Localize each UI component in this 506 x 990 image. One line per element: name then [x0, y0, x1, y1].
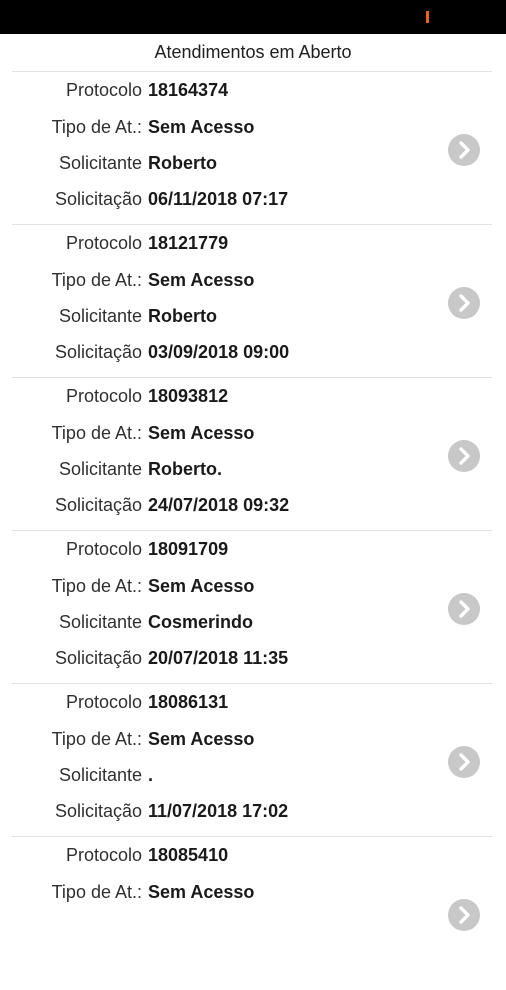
protocolo-value: 18085410: [148, 845, 229, 865]
list-item[interactable]: Protocolo 18164374 Tipo de At.: Sem Acesso…: [0, 72, 506, 225]
solicitacao-value: 24/07/2018 09:32: [148, 495, 290, 515]
solicitante-value: Roberto.: [148, 459, 222, 479]
page-title: Atendimentos em Aberto: [154, 42, 352, 62]
solicitacao-value: 20/07/2018 11:35: [148, 648, 289, 668]
solicitante-label: Solicitante: [58, 612, 142, 632]
list-item[interactable]: Protocolo 18085410 Tipo de At.: Sem Acesso: [0, 837, 506, 990]
list-item[interactable]: Protocolo 18093812 Tipo de At.: Sem Acesso…: [0, 378, 506, 531]
protocolo-label: Protocolo: [65, 233, 142, 253]
solicitacao-label: Solicitação: [54, 342, 142, 362]
solicitante-label: Solicitante: [58, 306, 142, 326]
list-item[interactable]: Protocolo 18086131 Tipo de At.: Sem Acesso…: [0, 684, 506, 837]
protocolo-label: Protocolo: [65, 845, 142, 865]
chevron-right-circle-icon[interactable]: [448, 440, 480, 472]
tipo-label: Tipo de At.:: [51, 729, 142, 749]
list-item[interactable]: Protocolo 18091709 Tipo de At.: Sem Acesso…: [0, 531, 506, 684]
solicitacao-value: 06/11/2018 07:17: [148, 189, 289, 209]
solicitante-value: Roberto: [148, 306, 217, 326]
solicitacao-label: Solicitação: [54, 189, 142, 209]
solicitacao-label: Solicitação: [54, 801, 142, 821]
solicitacao-value: 11/07/2018 17:02: [148, 801, 289, 821]
solicitacao-value: 03/09/2018 09:00: [148, 342, 290, 362]
status-indicator-icon: [426, 11, 429, 23]
protocolo-value: 18093812: [148, 386, 229, 406]
tipo-label: Tipo de At.:: [51, 117, 142, 137]
tipo-value: Sem Acesso: [148, 576, 255, 596]
solicitante-value: .: [148, 765, 154, 785]
list-item[interactable]: Protocolo 18121779 Tipo de At.: Sem Acesso…: [0, 225, 506, 378]
solicitacao-label: Solicitação: [54, 648, 142, 668]
solicitante-value: Cosmerindo: [148, 612, 254, 632]
protocolo-value: 18086131: [148, 692, 229, 712]
tipo-label: Tipo de At.:: [51, 423, 142, 443]
tipo-value: Sem Acesso: [148, 423, 255, 443]
protocolo-label: Protocolo: [65, 80, 142, 100]
protocolo-label: Protocolo: [65, 692, 142, 712]
chevron-right-circle-icon[interactable]: [448, 593, 480, 625]
solicitante-label: Solicitante: [58, 765, 142, 785]
status-bar: [0, 0, 506, 34]
chevron-right-circle-icon[interactable]: [448, 746, 480, 778]
tipo-label: Tipo de At.:: [51, 576, 142, 596]
tipo-label: Tipo de At.:: [51, 270, 142, 290]
chevron-right-circle-icon[interactable]: [448, 287, 480, 319]
request-list: Protocolo 18164374 Tipo de At.: Sem Acesso…: [0, 72, 506, 990]
protocolo-value: 18164374: [148, 80, 229, 100]
solicitante-label: Solicitante: [58, 153, 142, 173]
protocolo-value: 18121779: [148, 233, 229, 253]
protocolo-label: Protocolo: [65, 386, 142, 406]
protocolo-value: 18091709: [148, 539, 229, 559]
tipo-value: Sem Acesso: [148, 117, 255, 137]
tipo-value: Sem Acesso: [148, 270, 255, 290]
solicitante-label: Solicitante: [58, 459, 142, 479]
chevron-right-circle-icon[interactable]: [448, 899, 480, 931]
tipo-value: Sem Acesso: [148, 729, 255, 749]
solicitacao-label: Solicitação: [54, 495, 142, 515]
chevron-right-circle-icon[interactable]: [448, 134, 480, 166]
protocolo-label: Protocolo: [65, 539, 142, 559]
solicitante-value: Roberto: [148, 153, 217, 173]
